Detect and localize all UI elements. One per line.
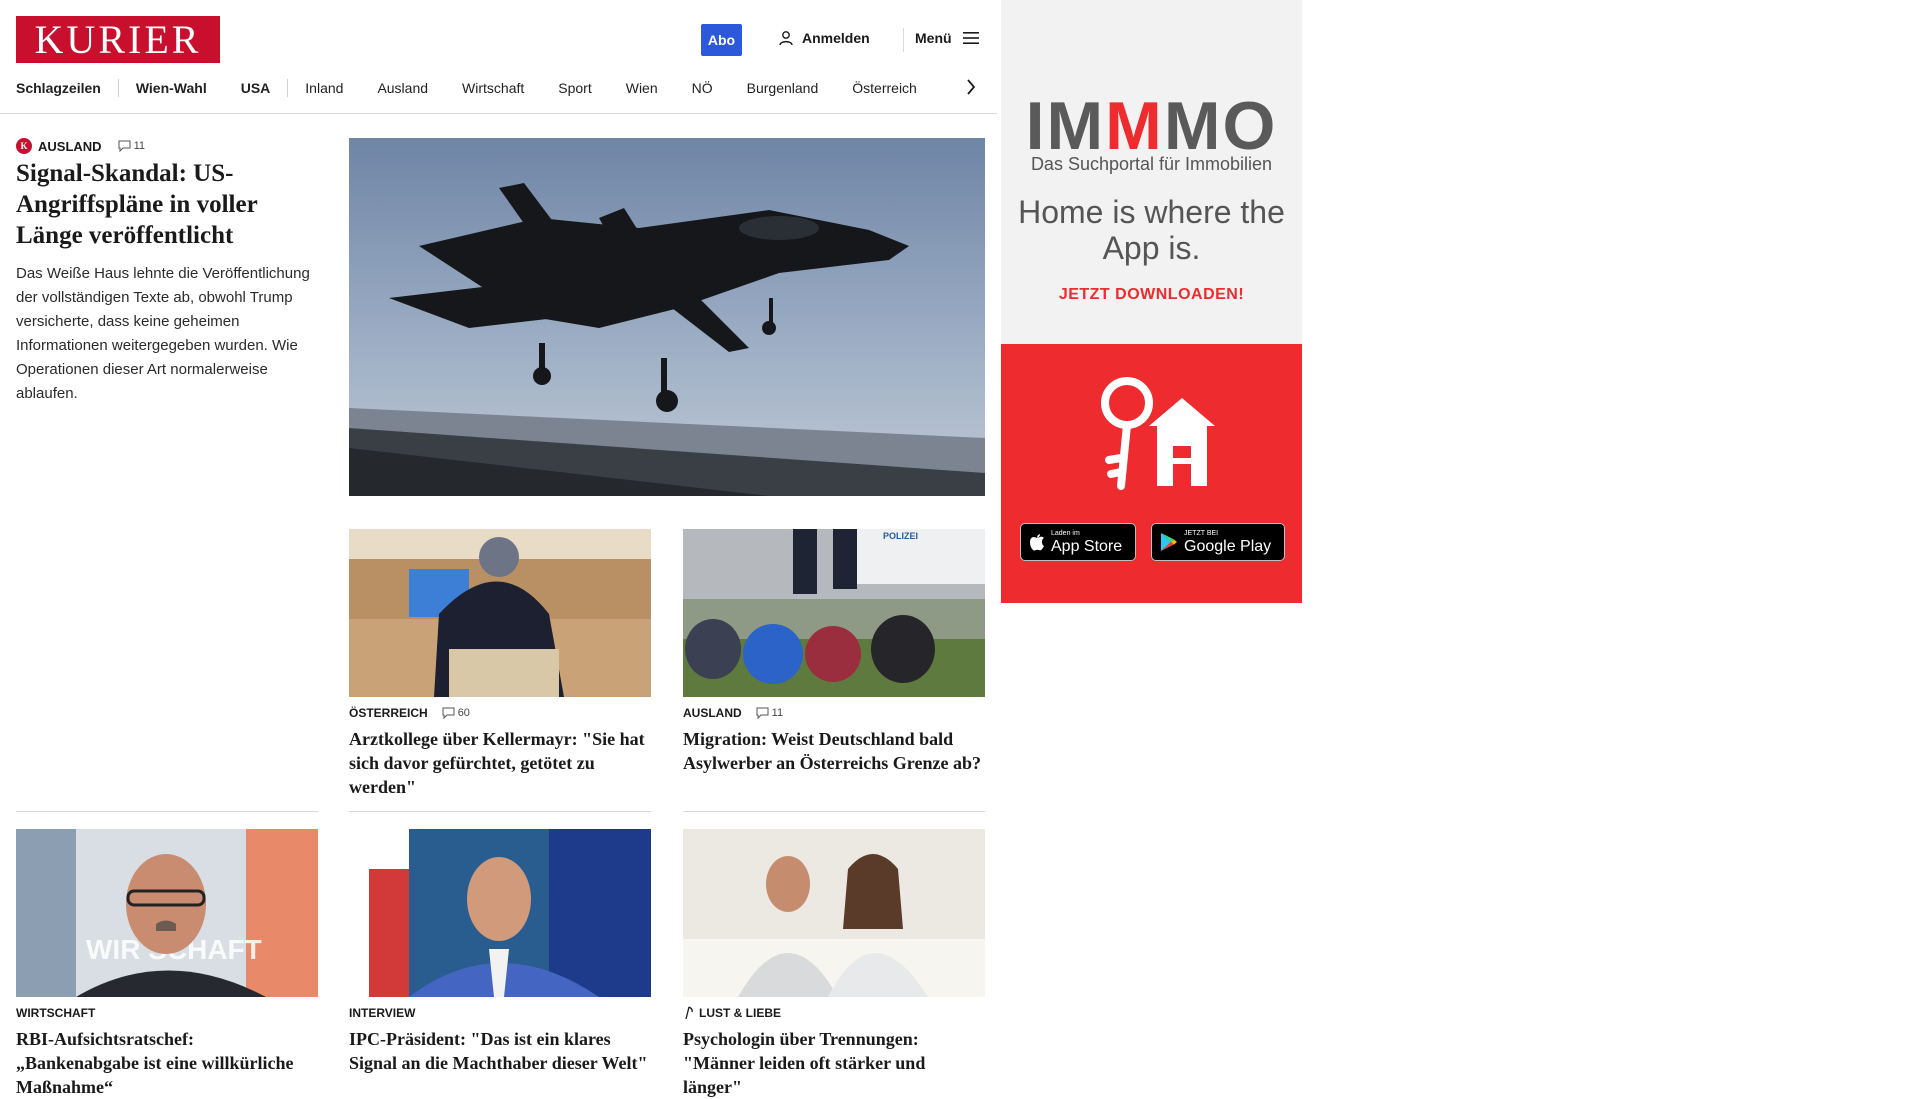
section-nav: Schlagzeilen Wien-Wahl USA Inland Auslan…: [16, 76, 934, 100]
ad-slogan: Home is where the App is.: [1018, 194, 1285, 266]
google-play-button[interactable]: JETZT BEI Google Play: [1151, 523, 1285, 561]
app-store-small-text: Laden im: [1051, 529, 1080, 537]
police-van-text: POLIZEI: [883, 531, 918, 541]
article-image-couple[interactable]: [683, 829, 985, 997]
google-play-icon: [1161, 533, 1177, 551]
comment-icon: [118, 140, 131, 152]
nav-item-burgenland[interactable]: Burgenland: [730, 80, 836, 96]
nav-item-wirtschaft[interactable]: Wirtschaft: [445, 80, 541, 96]
immmo-ad[interactable]: IMMMO Das Suchportal für Immobilien Home…: [1001, 0, 1302, 603]
comment-icon: [442, 707, 455, 719]
article-image-courtroom[interactable]: [349, 529, 651, 697]
site-header: KURIER Abo Anmelden Menü Schlagzeilen Wi…: [0, 0, 997, 114]
nav-item-inland[interactable]: Inland: [288, 80, 360, 96]
immmo-logo-part: MO: [1163, 88, 1278, 164]
nav-item-wien-wahl[interactable]: Wien-Wahl: [119, 80, 224, 96]
ad-red-panel: Laden im App Store JETZT BEI Google Play: [1001, 344, 1302, 603]
nav-item-oesterreich[interactable]: Österreich: [835, 80, 934, 96]
article-comment-number: 60: [457, 707, 470, 719]
app-store-button[interactable]: Laden im App Store: [1020, 523, 1136, 561]
nav-item-usa[interactable]: USA: [224, 80, 288, 96]
kurier-plus-badge: K: [16, 138, 32, 154]
lead-category[interactable]: Ausland: [38, 139, 102, 154]
nav-item-schlagzeilen[interactable]: Schlagzeilen: [16, 80, 118, 96]
immmo-logo-part: IM: [1025, 88, 1106, 164]
article-headline[interactable]: IPC-Präsident: "Das ist ein klares Signa…: [349, 1027, 651, 1075]
section-divider: [349, 811, 651, 812]
nav-item-noe[interactable]: NÖ: [675, 80, 730, 96]
article-card[interactable]: Österreich 60 Arztkollege über Kellermay…: [349, 529, 651, 799]
user-icon: [779, 31, 793, 46]
article-card[interactable]: WIR SCHAFT Wirtschaft RBI-Aufsichtsratsc…: [16, 829, 318, 1099]
article-meta: Lust & Liebe: [683, 1005, 985, 1021]
article-headline[interactable]: RBI-Aufsichtsratschef: „Bankenabgabe ist…: [16, 1027, 318, 1099]
lead-teaser[interactable]: Das Weiße Haus lehnte die Veröffentlichu…: [16, 262, 316, 406]
lead-image-fighter-jet[interactable]: [349, 138, 985, 496]
article-category[interactable]: Österreich: [349, 706, 428, 720]
article-image-migrants-police[interactable]: POLIZEI: [683, 529, 985, 697]
article-comment-count[interactable]: 60: [442, 707, 470, 719]
article-card[interactable]: POLIZEI Ausland 11 Migration: Weist Deut…: [683, 529, 985, 775]
immmo-logo-part: M: [1105, 88, 1164, 164]
lead-comment-number: 11: [133, 140, 145, 152]
article-category[interactable]: Interview: [349, 1006, 415, 1020]
ad-download-cta[interactable]: JETZT DOWNLOADEN!: [1001, 286, 1302, 304]
app-store-big-text: App Store: [1051, 537, 1123, 555]
abo-button[interactable]: Abo: [701, 24, 742, 56]
article-meta: Österreich 60: [349, 705, 651, 721]
article-image-rbi-chairman[interactable]: WIR SCHAFT: [16, 829, 318, 997]
article-comment-number: 11: [771, 707, 784, 719]
article-meta: Ausland 11: [683, 705, 985, 721]
section-divider: [16, 811, 318, 812]
google-play-small-text: JETZT BEI: [1184, 529, 1219, 537]
immmo-logo: IMMMO: [1001, 92, 1302, 160]
article-meta: Interview: [349, 1005, 651, 1021]
article-comment-count[interactable]: 11: [756, 707, 783, 719]
nav-item-wien[interactable]: Wien: [609, 80, 675, 96]
app-store-text: Laden im App Store: [1051, 530, 1122, 555]
lust-liebe-icon: [685, 1006, 693, 1020]
nav-item-sport[interactable]: Sport: [541, 80, 608, 96]
nav-scroll-right-button[interactable]: [962, 76, 980, 98]
menu-label: Menü: [915, 30, 952, 46]
header-divider: [903, 28, 904, 52]
login-label: Anmelden: [802, 30, 870, 46]
article-category[interactable]: Ausland: [683, 706, 742, 720]
article-image-ipc-president[interactable]: [349, 829, 651, 997]
hamburger-icon: [962, 32, 979, 44]
google-play-text: JETZT BEI Google Play: [1184, 530, 1271, 555]
article-headline[interactable]: Migration: Weist Deutschland bald Asylwe…: [683, 727, 985, 775]
google-play-big-text: Google Play: [1184, 537, 1272, 555]
article-headline[interactable]: Psychologin über Trennungen: "Männer lei…: [683, 1027, 985, 1099]
menu-button[interactable]: Menü: [915, 30, 980, 46]
apple-icon: [1030, 534, 1044, 551]
article-category[interactable]: Wirtschaft: [16, 1006, 95, 1020]
article-category[interactable]: Lust & Liebe: [699, 1006, 781, 1020]
article-card[interactable]: Lust & Liebe Psychologin über Trennungen…: [683, 829, 985, 1099]
lead-comment-count[interactable]: 11: [118, 140, 145, 152]
kurier-logo[interactable]: KURIER: [16, 16, 220, 63]
chevron-right-icon: [967, 79, 976, 95]
lead-headline[interactable]: Signal-Skandal: US-Angriffspläne in voll…: [16, 158, 316, 251]
article-headline[interactable]: Arztkollege über Kellermayr: "Sie hat si…: [349, 727, 651, 799]
lead-meta: K Ausland 11: [16, 138, 145, 154]
section-divider: [683, 811, 985, 812]
login-button[interactable]: Anmelden: [778, 30, 870, 46]
ad-subtitle: Das Suchportal für Immobilien: [1030, 154, 1273, 174]
key-house-icon: [1101, 377, 1215, 490]
article-card[interactable]: Interview IPC-Präsident: "Das ist ein kl…: [349, 829, 651, 1075]
ad-top-panel: IMMMO Das Suchportal für Immobilien Home…: [1001, 0, 1302, 344]
article-meta: Wirtschaft: [16, 1005, 318, 1021]
comment-icon: [756, 707, 769, 719]
nav-item-ausland[interactable]: Ausland: [360, 80, 445, 96]
